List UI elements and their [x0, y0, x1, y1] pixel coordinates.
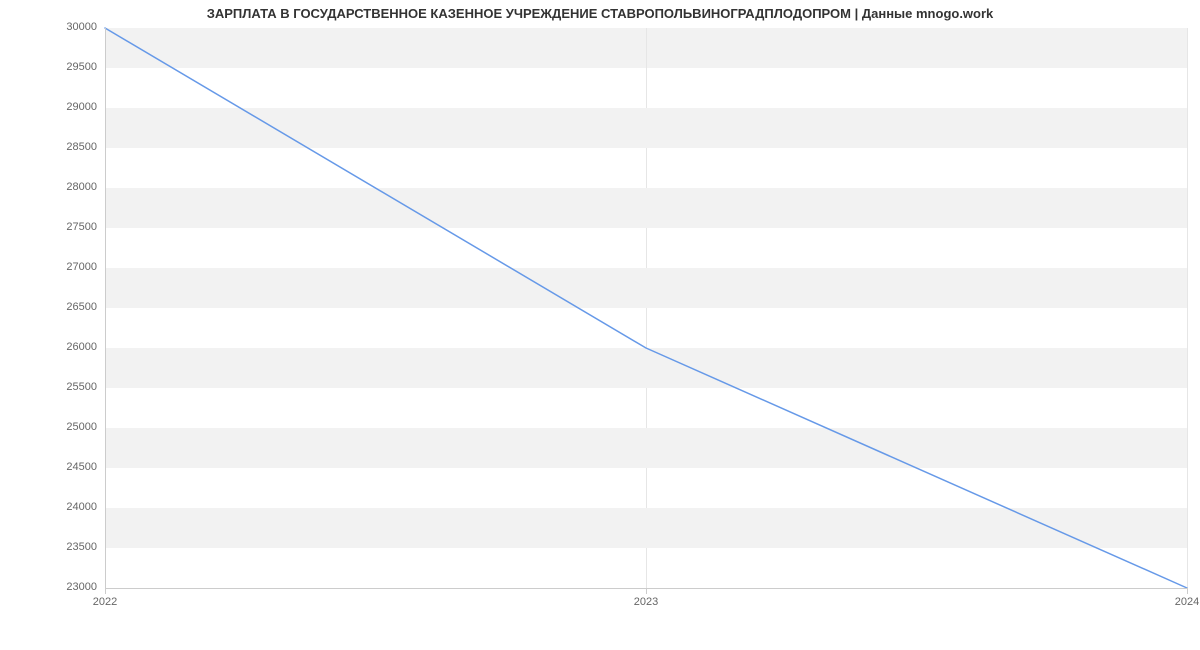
x-tick-label: 2023	[634, 596, 658, 608]
plot-area	[105, 28, 1187, 588]
x-tick	[1187, 588, 1188, 594]
y-tick-label: 27500	[0, 221, 97, 233]
y-tick-label: 26000	[0, 341, 97, 353]
line-series	[105, 28, 1187, 588]
y-tick-label: 23000	[0, 581, 97, 593]
chart-title: ЗАРПЛАТА В ГОСУДАРСТВЕННОЕ КАЗЕННОЕ УЧРЕ…	[0, 6, 1200, 21]
y-tick-label: 28000	[0, 181, 97, 193]
y-axis-line	[105, 28, 106, 588]
x-tick-label: 2022	[93, 596, 117, 608]
y-tick-label: 23500	[0, 541, 97, 553]
chart-container: ЗАРПЛАТА В ГОСУДАРСТВЕННОЕ КАЗЕННОЕ УЧРЕ…	[0, 0, 1200, 650]
y-tick-label: 30000	[0, 21, 97, 33]
y-tick-label: 25000	[0, 421, 97, 433]
y-tick-label: 27000	[0, 261, 97, 273]
y-tick-label: 26500	[0, 301, 97, 313]
x-tick	[105, 588, 106, 594]
y-tick-label: 28500	[0, 141, 97, 153]
x-tick	[646, 588, 647, 594]
y-tick-label: 25500	[0, 381, 97, 393]
y-tick-label: 29500	[0, 61, 97, 73]
y-tick-label: 24500	[0, 461, 97, 473]
y-tick-label: 24000	[0, 501, 97, 513]
vertical-gridline	[1187, 28, 1188, 588]
y-tick-label: 29000	[0, 101, 97, 113]
x-tick-label: 2024	[1175, 596, 1199, 608]
